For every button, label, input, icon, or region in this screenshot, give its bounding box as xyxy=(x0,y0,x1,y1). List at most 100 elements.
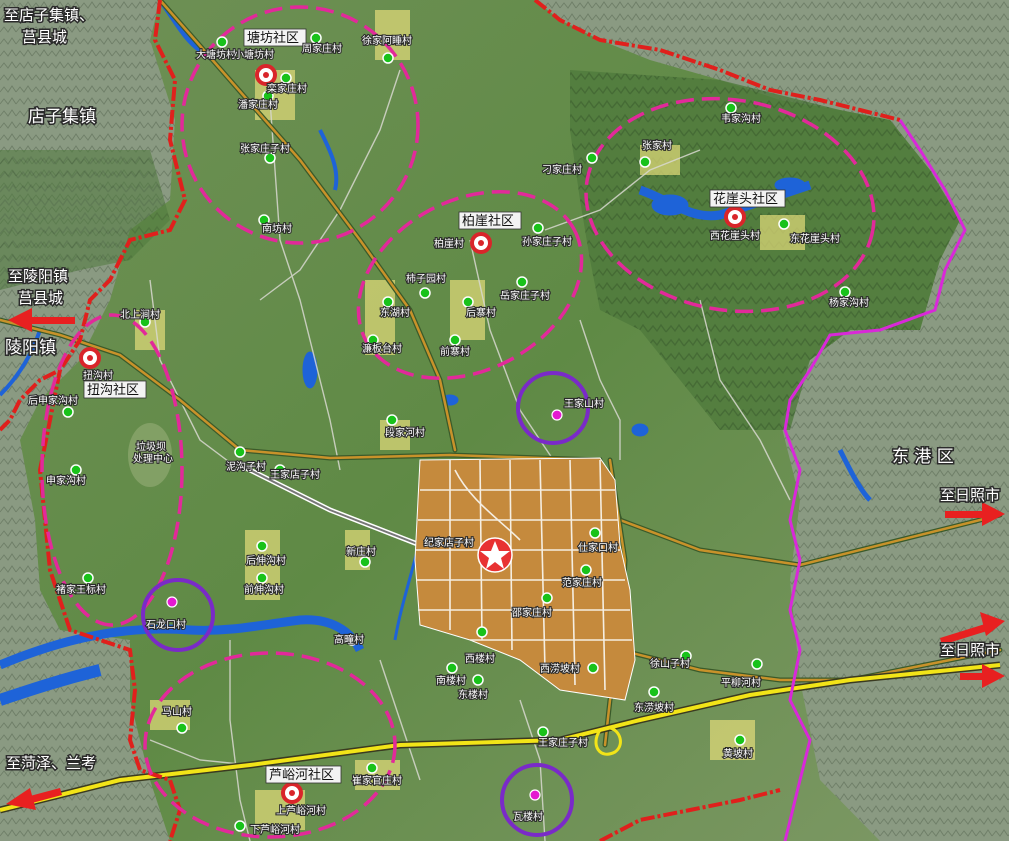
village-dot-icon xyxy=(537,726,549,738)
region-label-lingyang: 陵阳镇 xyxy=(5,338,56,358)
village-dot-icon xyxy=(648,686,660,698)
village-label-zhangjia: 张家村 xyxy=(642,139,672,152)
huayatou-community-label: 花崖头社区 xyxy=(713,191,778,207)
village-dot-icon xyxy=(386,414,398,426)
village-dot-icon xyxy=(580,564,592,576)
village-dot-icon xyxy=(82,572,94,584)
village-label-xihuayatou: 西花崖头村 xyxy=(710,229,760,242)
village-label-zhangjiazhuangzi: 张家庄子村 xyxy=(240,142,290,155)
village-label-shijiakou: 仕家口村 xyxy=(578,541,618,554)
village-label-yuejiazhuangzi: 岳家庄子村 xyxy=(500,289,550,302)
village-label-jijiadianzi: 纪家店子村 xyxy=(424,536,474,549)
village-dot-icon xyxy=(280,72,292,84)
village-dot-icon xyxy=(639,156,651,168)
village-label-mashan: 马山村 xyxy=(162,705,192,718)
village-dot-icon xyxy=(310,32,322,44)
village-label-walou: 瓦楼村 xyxy=(513,810,543,823)
village-dot-icon xyxy=(176,722,188,734)
village-label-shenjiagou: 申家沟村 xyxy=(46,474,86,487)
village-dot-icon xyxy=(449,334,461,346)
landfill-label-2: 处理中心 xyxy=(133,452,173,465)
village-dot-icon xyxy=(366,762,378,774)
village-dot-icon xyxy=(419,287,431,299)
village-label-datangfang: 大塘坊村 xyxy=(196,48,236,61)
village-label-gaochu: 高疃村 xyxy=(334,633,364,646)
village-dot-icon xyxy=(70,464,82,476)
village-dot-icon xyxy=(778,218,790,230)
village-dot-icon xyxy=(751,658,763,670)
dir-heze: 至菏泽、兰考 xyxy=(6,754,96,772)
village-label-qianshengou: 前伸沟村 xyxy=(244,583,284,596)
village-label-qianzhai: 前寨村 xyxy=(440,345,470,358)
village-dot-icon xyxy=(839,286,851,298)
village-label-beishangjian: 北上涧村 xyxy=(120,308,160,321)
village-label-sunjiazhuangzi: 孙家庄子村 xyxy=(522,235,572,248)
village-dot-icon xyxy=(586,152,598,164)
red-star-icon xyxy=(477,537,513,573)
village-label-fanjiazhuang: 范家庄村 xyxy=(562,576,602,589)
dir-rizhao-1: 至日照市 xyxy=(940,486,1000,504)
village-dot-icon xyxy=(256,540,268,552)
village-label-wangjiashan: 王家山村 xyxy=(564,397,604,410)
dir-rizhao-2: 至日照市 xyxy=(940,641,1000,659)
dir-lingyang-1: 至陵阳镇 xyxy=(8,267,68,285)
dir-dianzi-2: 莒县城 xyxy=(22,28,67,46)
village-dot-icon xyxy=(734,734,746,746)
community-ring-icon xyxy=(255,64,277,86)
community-ring-icon xyxy=(281,782,303,804)
village-label-zhoujiazhuang: 周家庄村 xyxy=(302,42,342,55)
village-label-donglou: 东楼村 xyxy=(458,688,488,701)
village-dot-icon xyxy=(725,102,737,114)
boya-community-label: 柏崖社区 xyxy=(462,213,514,229)
village-dot-icon xyxy=(359,556,371,568)
village-label-boya: 柏崖村 xyxy=(434,237,464,250)
village-label-luanjiazhuang: 栾家庄村 xyxy=(267,82,307,95)
village-label-duanjiahe: 段家河村 xyxy=(385,426,425,439)
village-label-houshengou: 后伸沟村 xyxy=(246,554,286,567)
village-label-xiyongpo: 西涝坡村 xyxy=(540,662,580,675)
village-label-shaojiazhuang: 邵家庄村 xyxy=(512,606,552,619)
village-dot-icon xyxy=(62,406,74,418)
village-dot-icon xyxy=(234,446,246,458)
village-dot-icon xyxy=(541,592,553,604)
village-label-chujiawangbiao: 褚家王标村 xyxy=(56,583,106,596)
village-dot-icon xyxy=(587,662,599,674)
tangfang-community-label: 塘坊社区 xyxy=(247,30,299,46)
village-label-donghu: 东湖村 xyxy=(380,306,410,319)
village-label-houshenjiagou: 后申家沟村 xyxy=(28,394,78,407)
village-label-xushanzi: 徐山子村 xyxy=(650,657,690,670)
village-dot-icon xyxy=(476,626,488,638)
village-label-dongyongpo: 东涝坡村 xyxy=(634,701,674,714)
dir-dianzi-1: 至店子集镇、 xyxy=(4,6,94,24)
village-label-huangpo: 黄坡村 xyxy=(723,747,753,760)
village-dot-icon xyxy=(256,572,268,584)
village-label-hanjiagou: 韦家沟村 xyxy=(721,112,761,125)
village-dot-icon xyxy=(472,674,484,686)
village-label-xilou: 西楼村 xyxy=(465,652,495,665)
community-ring-icon xyxy=(470,232,492,254)
landfill-label-1: 垃圾坝 xyxy=(136,440,166,453)
dir-lingyang-2: 莒县城 xyxy=(18,289,63,307)
village-label-wangjiazhuangzi: 王家庄子村 xyxy=(538,736,588,749)
village-dot-icon xyxy=(216,36,228,48)
niugou-community-label: 扭沟社区 xyxy=(87,382,139,398)
village-label-shilongkou: 石龙口村 xyxy=(146,618,186,631)
village-label-wangjiadianzi: 王家店子村 xyxy=(270,468,320,481)
village-label-xinzhuang: 新庄村 xyxy=(346,545,376,558)
village-label-houzhai: 后寨村 xyxy=(466,306,496,319)
village-label-xiaotangfang: 小塘坊村 xyxy=(234,48,274,61)
village-label-pingliuhe: 平柳河村 xyxy=(721,676,761,689)
community-ring-icon xyxy=(79,347,101,369)
village-label-cuijiaguanzhuang: 崔家官庄村 xyxy=(352,774,402,787)
village-dot-icon xyxy=(382,296,394,308)
village-dot-icon xyxy=(382,52,394,64)
village-label-xujiaahu: 徐家阿睡村 xyxy=(362,34,412,47)
village-label-panjiazhuang: 潘家庄村 xyxy=(238,98,278,111)
region-label-dianzi: 店子集镇 xyxy=(28,107,96,127)
village-label-nanlou: 南楼村 xyxy=(436,674,466,687)
village-label-donghuayatou: 东花崖头村 xyxy=(790,232,840,245)
village-dot-icon xyxy=(446,662,458,674)
village-label-yangjiagou: 杨家沟村 xyxy=(829,296,869,309)
village-label-shiziyuan: 柿子园村 xyxy=(406,272,446,285)
village-label-nigouzi: 泥沟子村 xyxy=(226,460,266,473)
